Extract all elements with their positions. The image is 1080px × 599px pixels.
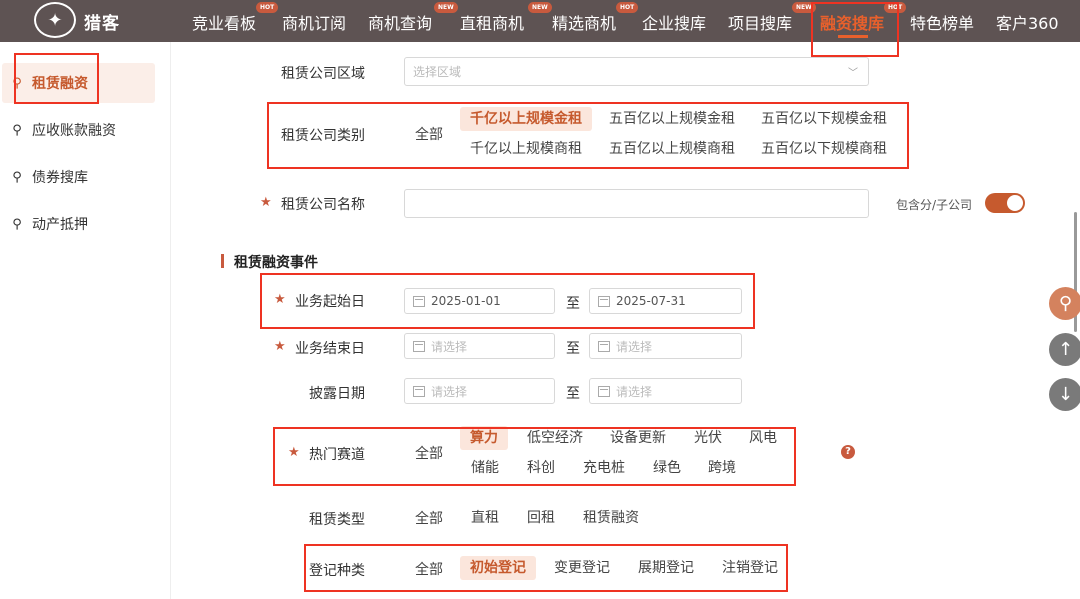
lease-type-label: 租赁类型 [309, 512, 365, 528]
lease-type-option[interactable]: 租赁融资 [583, 506, 639, 530]
new-badge: NEW [528, 2, 552, 13]
company-name-label: 租赁公司名称 [281, 197, 365, 213]
search-icon: ⚲ [12, 169, 22, 185]
calendar-icon [598, 385, 610, 397]
scrollbar[interactable] [1074, 42, 1080, 599]
section-marker [221, 254, 224, 268]
section-title: 租赁融资事件 [234, 255, 318, 271]
region-label: 租赁公司区域 [281, 66, 365, 82]
include-subsidiary-label: 包含分/子公司 [896, 198, 973, 212]
disclosure-date-to[interactable]: 请选择 [589, 378, 742, 404]
calendar-icon [598, 340, 610, 352]
nav-item-rankings[interactable]: 特色榜单 [910, 10, 974, 34]
end-date-label: 业务结束日 [295, 341, 365, 357]
arrow-up-icon[interactable]: ↑ [1049, 333, 1080, 366]
logo-icon[interactable]: ✦ [34, 2, 76, 38]
calendar-icon [413, 385, 425, 397]
hot-badge: HOT [256, 2, 279, 13]
highlight-box-start-date [260, 273, 755, 329]
sidebar-item-bonds[interactable]: ⚲ 债券搜库 [2, 157, 155, 197]
lease-type-option[interactable]: 直租 [471, 506, 499, 530]
end-date-from[interactable]: 请选择 [404, 333, 555, 359]
highlight-box-register-type [304, 544, 788, 592]
nav-item-project-search[interactable]: 项目搜库 NEW [728, 2, 816, 34]
lease-type-option[interactable]: 回租 [527, 506, 555, 530]
highlight-box-hot-track [273, 427, 796, 486]
nav-item-jingye[interactable]: 竞业看板 HOT [192, 2, 279, 34]
calendar-icon [413, 340, 425, 352]
search-icon: ⚲ [12, 216, 22, 232]
nav-item-subscribe[interactable]: 商机订阅 [282, 10, 346, 34]
include-subsidiary-toggle[interactable] [985, 193, 1025, 213]
date-separator: 至 [566, 341, 580, 357]
disclosure-date-from[interactable]: 请选择 [404, 378, 555, 404]
sidebar-item-receivables[interactable]: ⚲ 应收账款融资 [2, 110, 155, 150]
highlight-box-category [267, 102, 909, 169]
nav-item-direct-lease[interactable]: 直租商机 NEW [460, 2, 552, 34]
disclosure-date-label: 披露日期 [309, 386, 365, 402]
required-star-icon: ★ [260, 195, 272, 210]
sidebar-item-chattel-mortgage[interactable]: ⚲ 动产抵押 [2, 204, 155, 244]
sidebar: ⚲ 租赁融资 ⚲ 应收账款融资 ⚲ 债券搜库 ⚲ 动产抵押 [0, 42, 171, 599]
chevron-down-icon: ﹀ [848, 68, 858, 79]
nav-item-query[interactable]: 商机查询 NEW [368, 2, 458, 34]
arrow-down-icon[interactable]: ↓ [1049, 378, 1080, 411]
top-nav-bar: ✦ 猎客 竞业看板 HOT 商机订阅 商机查询 NEW 直租商机 NEW 精选商… [0, 0, 1080, 42]
end-date-to[interactable]: 请选择 [589, 333, 742, 359]
nav-item-customer-360[interactable]: 客户360 [996, 10, 1059, 34]
date-separator: 至 [566, 386, 580, 402]
region-select[interactable]: 选择区域 ﹀ [404, 57, 869, 86]
lease-type-all[interactable]: 全部 [415, 507, 443, 531]
highlight-box-sidebar [14, 53, 99, 104]
search-icon: ⚲ [12, 122, 22, 138]
company-name-input[interactable] [404, 189, 869, 218]
required-star-icon: ★ [274, 339, 286, 354]
logo-text: 猎客 [84, 14, 120, 34]
nav-item-featured[interactable]: 精选商机 HOT [552, 2, 639, 34]
new-badge: NEW [434, 2, 458, 13]
help-icon[interactable]: ? [841, 445, 855, 459]
hot-badge: HOT [616, 2, 639, 13]
search-icon[interactable]: ⚲ [1049, 287, 1080, 320]
nav-item-company-search[interactable]: 企业搜库 [642, 10, 706, 34]
